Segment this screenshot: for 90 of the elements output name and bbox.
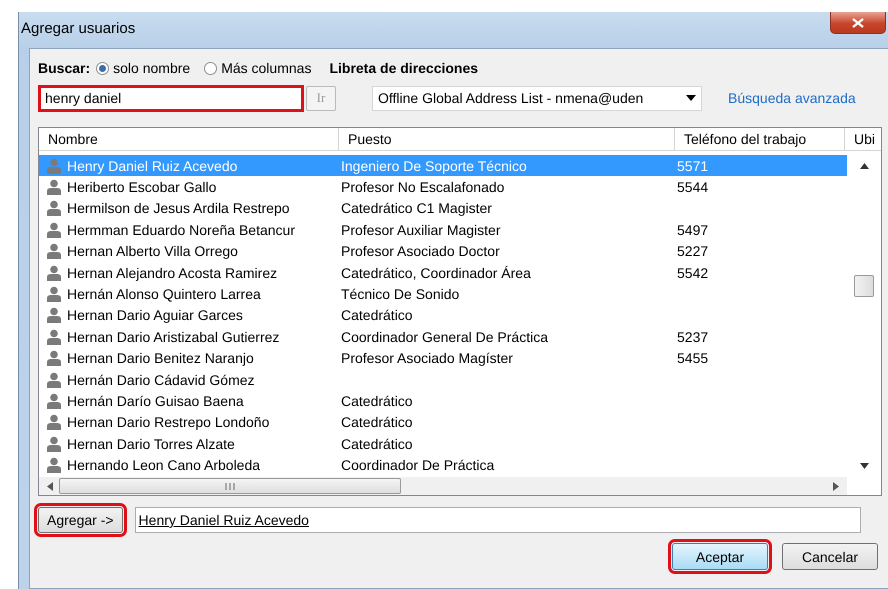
column-header[interactable]: Nombre bbox=[39, 128, 339, 150]
user-row[interactable]: Hernan Dario Torres Alzate Catedrático bbox=[39, 433, 847, 454]
search-label: Buscar: bbox=[38, 60, 90, 76]
job-title-cell: Profesor Asociado Magíster bbox=[341, 350, 513, 366]
name-cell: Hernan Dario Aristizabal Gutierrez bbox=[67, 328, 280, 345]
person-icon bbox=[47, 200, 61, 216]
job-title-cell: Catedrático C1 Magister bbox=[341, 200, 492, 216]
user-row[interactable]: Hernan Dario Benitez Naranjo Profesor Asociado Magíster 5455 bbox=[39, 348, 847, 369]
person-icon bbox=[47, 328, 61, 345]
name-cell: Hernán Alonso Quintero Larrea bbox=[67, 286, 261, 302]
name-cell: Henry Daniel Ruiz Acevedo bbox=[67, 158, 238, 174]
column-header[interactable]: Teléfono del trabajo bbox=[675, 128, 845, 150]
name-cell: Hermilson de Jesus Ardila Restrepo bbox=[67, 200, 290, 216]
user-row[interactable]: Heriberto Escobar Gallo Profesor No Escalafonado 5544 bbox=[39, 176, 847, 198]
job-title-cell: Profesor Asociado Doctor bbox=[341, 243, 500, 260]
user-row[interactable]: Hermilson de Jesus Ardila Restrepo Catedrático C1 Magister bbox=[39, 198, 847, 220]
radio-option[interactable]: solo nombre bbox=[96, 60, 190, 76]
address-book-dropdown[interactable]: Offline Global Address List - nmena@uden bbox=[372, 86, 702, 110]
person-icon bbox=[47, 222, 61, 238]
advanced-search-link[interactable]: Búsqueda avanzada bbox=[728, 90, 856, 106]
name-cell: Hernan Dario Restrepo Londoño bbox=[67, 414, 270, 430]
person-icon bbox=[47, 286, 61, 302]
job-title-cell: Catedrático bbox=[341, 307, 413, 324]
selected-users-field[interactable]: Henry Daniel Ruiz Acevedo bbox=[134, 507, 861, 533]
column-header[interactable]: Puesto bbox=[339, 128, 675, 150]
job-title-cell: Coordinador De Práctica bbox=[341, 457, 494, 474]
user-row[interactable]: Hernán Darío Guisao Baena Catedrático bbox=[39, 390, 847, 412]
horizontal-scrollbar[interactable] bbox=[39, 477, 847, 495]
person-icon bbox=[47, 158, 61, 174]
name-cell: Hernan Dario Torres Alzate bbox=[67, 436, 235, 452]
name-cell: Hernán Dario Cádavid Gómez bbox=[67, 372, 255, 388]
user-row[interactable]: Hernan Alberto Villa Orrego Profesor Asociado Doctor 5227 bbox=[39, 240, 847, 262]
name-cell: Hernando Leon Cano Arboleda bbox=[67, 457, 260, 474]
job-title-cell: Profesor No Escalafonado bbox=[341, 179, 504, 196]
window-title: Agregar usuarios bbox=[20, 19, 136, 37]
person-icon bbox=[47, 392, 61, 409]
name-cell: Heriberto Escobar Gallo bbox=[67, 179, 216, 196]
person-icon bbox=[47, 436, 61, 452]
person-icon bbox=[47, 372, 61, 388]
phone-cell: 5237 bbox=[677, 328, 708, 345]
user-row[interactable]: Hernán Alonso Quintero Larrea Técnico De Sonido bbox=[39, 283, 847, 305]
job-title-cell: Catedrático bbox=[341, 414, 413, 430]
person-icon bbox=[47, 307, 61, 324]
person-icon bbox=[47, 457, 61, 474]
user-row[interactable]: Hermman Eduardo Noreña Betancur Profesor Auxiliar Magister 5497 bbox=[39, 219, 847, 241]
user-row[interactable]: Hernan Alejandro Acosta Ramirez Catedrático, Coordinador Área 5542 bbox=[39, 262, 847, 284]
job-title-cell: Coordinador General De Práctica bbox=[341, 328, 548, 345]
scroll-right-icon[interactable] bbox=[833, 482, 839, 490]
cancel-button[interactable]: Cancelar bbox=[782, 543, 878, 570]
person-icon bbox=[47, 350, 61, 366]
job-title-cell: Catedrático bbox=[341, 392, 413, 409]
address-book-label: Libreta de direcciones bbox=[329, 60, 478, 76]
user-row[interactable]: Hernando Leon Cano Arboleda Coordinador De Práctica bbox=[39, 454, 847, 476]
job-title-cell: Catedrático, Coordinador Área bbox=[341, 264, 531, 281]
person-icon bbox=[47, 243, 61, 260]
phone-cell: 5497 bbox=[677, 222, 708, 238]
grip-icon bbox=[225, 482, 235, 490]
scroll-thumb[interactable] bbox=[854, 275, 874, 297]
user-row[interactable]: Hernan Dario Aristizabal Gutierrez Coordinador General De Práctica 5237 bbox=[39, 326, 847, 348]
name-cell: Hermman Eduardo Noreña Betancur bbox=[67, 222, 296, 238]
search-field[interactable]: henry daniel bbox=[38, 84, 304, 112]
phone-cell: 5544 bbox=[677, 179, 708, 196]
name-cell: Hernan Alejandro Acosta Ramirez bbox=[67, 264, 278, 281]
radio-option[interactable]: Más columnas bbox=[204, 60, 312, 76]
user-row[interactable]: Hernan Dario Aguiar Garces Catedrático bbox=[39, 304, 847, 326]
person-icon bbox=[47, 264, 61, 281]
user-row[interactable]: Hernán Dario Cádavid Gómez bbox=[39, 368, 847, 390]
phone-cell: 5571 bbox=[677, 158, 708, 174]
person-icon bbox=[47, 179, 61, 196]
scroll-thumb[interactable] bbox=[59, 478, 401, 494]
column-header[interactable]: Ubi bbox=[845, 128, 881, 150]
job-title-cell: Profesor Auxiliar Magister bbox=[341, 222, 501, 238]
name-cell: Hernan Dario Aguiar Garces bbox=[67, 307, 243, 324]
person-icon bbox=[47, 414, 61, 430]
close-icon bbox=[852, 18, 864, 28]
scroll-up-icon[interactable] bbox=[860, 163, 868, 169]
user-row[interactable]: Hernan Dario Restrepo Londoño Catedrático bbox=[39, 412, 847, 434]
job-title-cell: Técnico De Sonido bbox=[341, 286, 460, 302]
close-button[interactable] bbox=[830, 12, 886, 34]
name-cell: Hernan Alberto Villa Orrego bbox=[67, 243, 238, 260]
phone-cell: 5542 bbox=[677, 264, 708, 281]
name-cell: Hernan Dario Benitez Naranjo bbox=[67, 350, 254, 366]
dropdown-caret-icon bbox=[686, 95, 696, 101]
phone-cell: 5455 bbox=[677, 350, 708, 366]
job-title-cell: Ingeniero De Soporte Técnico bbox=[341, 158, 527, 174]
phone-cell: 5227 bbox=[677, 243, 708, 260]
scroll-down-icon[interactable] bbox=[860, 463, 868, 469]
job-title-cell: Catedrático bbox=[341, 436, 413, 452]
name-cell: Hernán Darío Guisao Baena bbox=[67, 392, 244, 409]
scroll-left-icon[interactable] bbox=[47, 482, 53, 490]
